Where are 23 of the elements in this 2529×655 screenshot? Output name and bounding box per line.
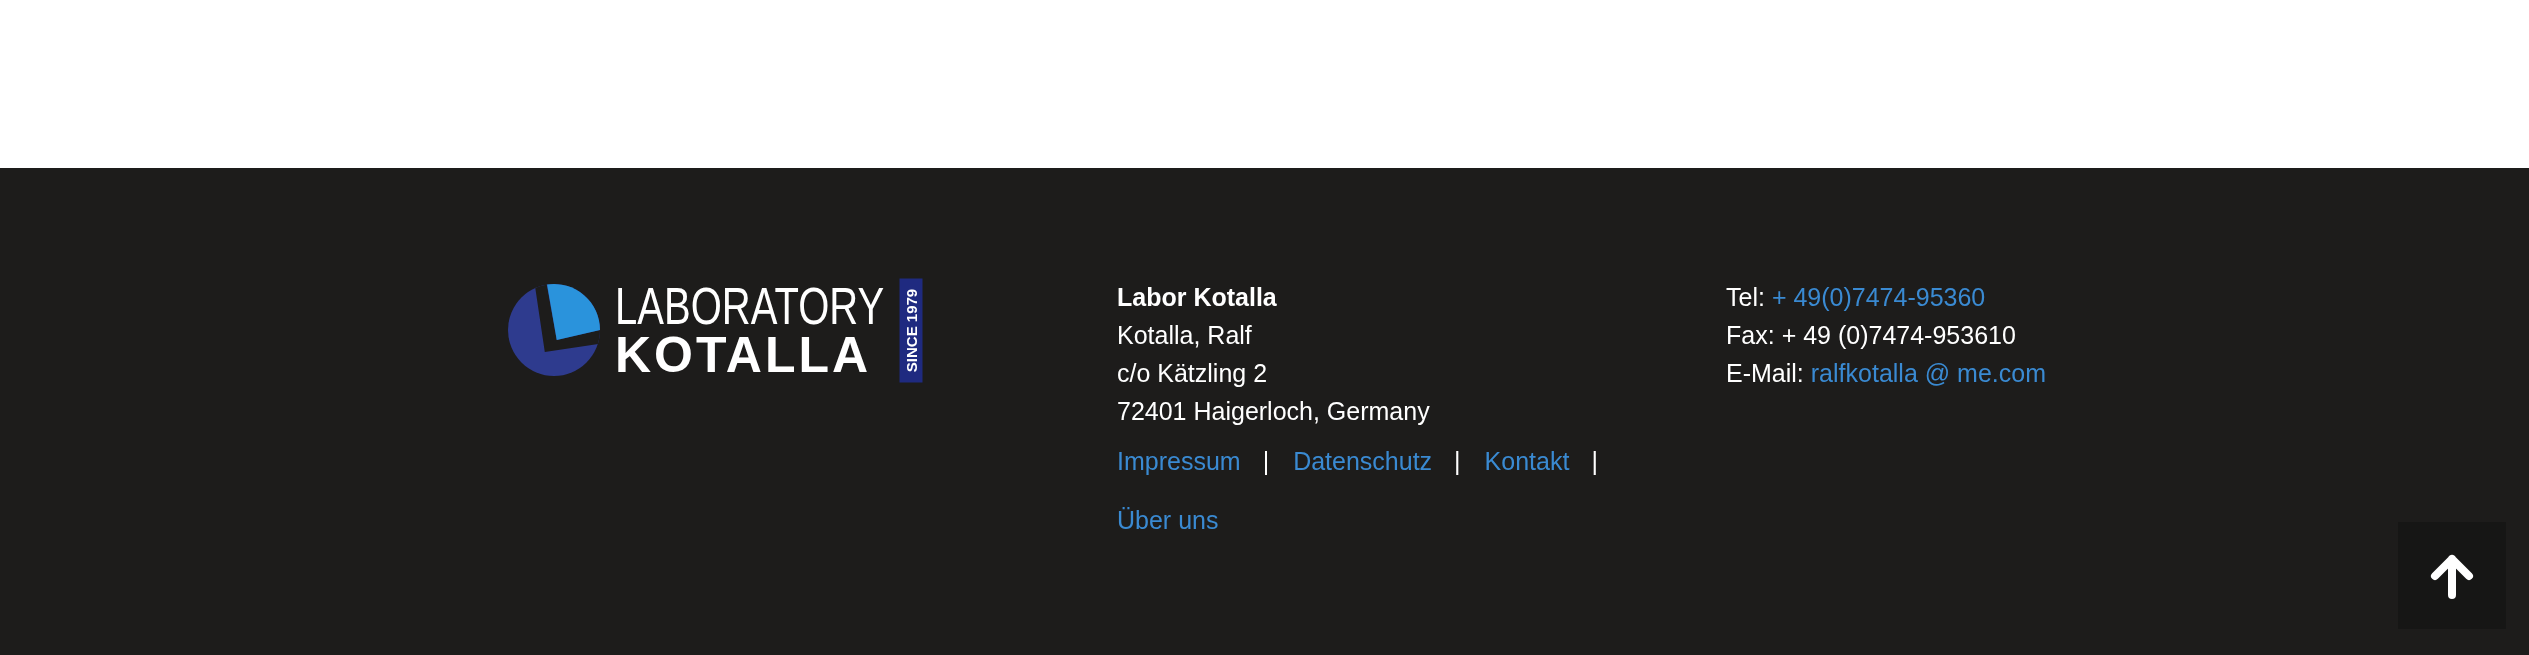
back-to-top-button[interactable] — [2398, 522, 2506, 629]
footer-link[interactable]: Datenschutz — [1293, 442, 1433, 480]
address-line: c/o Kätzling 2 — [1117, 358, 1268, 389]
footer-link[interactable]: Impressum — [1117, 442, 1241, 480]
address-line: 72401 Haigerloch, Germany — [1117, 396, 1430, 427]
contact-value: + 49 (0)7474-953610 — [1781, 320, 2016, 351]
contact-label: E-Mail: — [1726, 358, 1804, 389]
link-separator: | — [1591, 446, 1598, 477]
link-separator: | — [1262, 446, 1270, 477]
company-name: Labor Kotalla — [1117, 282, 1277, 313]
link-separator: | — [1454, 446, 1461, 477]
logo-wordmark: KOTALLA — [615, 330, 872, 380]
arrow-up-icon — [2430, 552, 2474, 599]
logo-tagline: SINCE 1979 — [899, 278, 922, 382]
footer-link[interactable]: Kontakt — [1484, 442, 1570, 480]
logo-icon — [508, 284, 600, 376]
contact-label: Fax: — [1726, 320, 1775, 351]
logo-wordmark: LABORATORY — [615, 280, 885, 332]
contact-label: Tel: — [1726, 282, 1765, 313]
address-line: Kotalla, Ralf — [1117, 320, 1252, 351]
contact-link[interactable]: ralfkotalla @ me.com — [1810, 354, 2046, 392]
contact-link[interactable]: + 49(0)7474-95360 — [1771, 278, 1986, 316]
footer-link[interactable]: Über uns — [1117, 501, 1219, 539]
